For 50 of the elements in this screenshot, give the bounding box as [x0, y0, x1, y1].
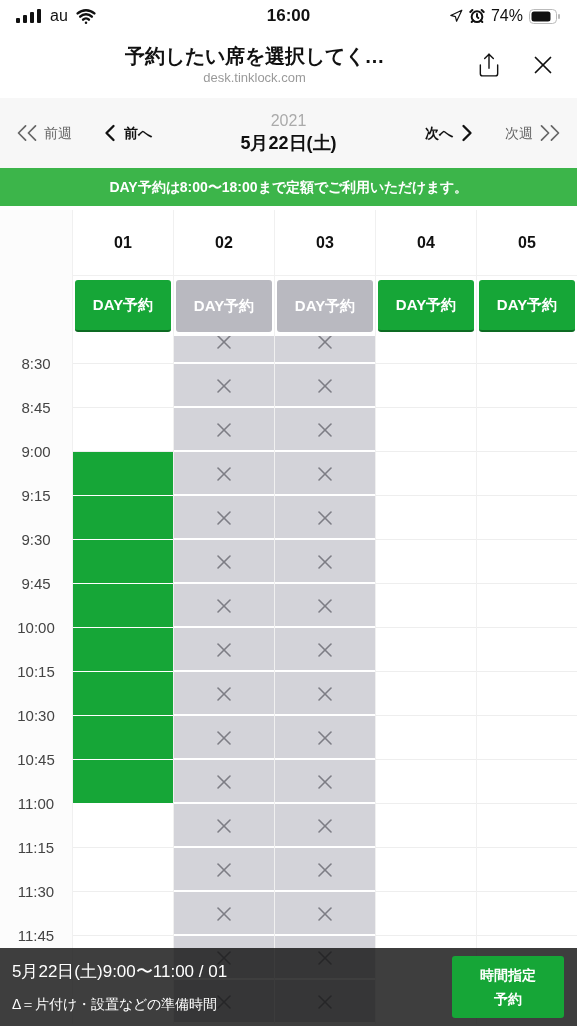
column-label: 02 [215, 232, 233, 253]
page-title: 予約したい席を選択してく… [124, 44, 385, 69]
battery-percent: 74% [490, 6, 523, 26]
selected-slot[interactable] [73, 760, 173, 804]
alarm-icon [468, 8, 485, 24]
column-label: 01 [114, 232, 132, 253]
day-booking-button[interactable]: DAY予約 [75, 280, 171, 332]
selected-slot[interactable] [73, 716, 173, 760]
time-label: 8:30 [21, 353, 51, 374]
time-label: 9:45 [21, 573, 51, 594]
day-booking-button[interactable]: DAY予約 [479, 280, 575, 332]
previous-day-button[interactable]: 前へ [96, 119, 152, 147]
column-label: 04 [417, 232, 435, 253]
time-booking-button[interactable]: 時間指定予約 [452, 956, 564, 1018]
time-label: 11:15 [17, 837, 55, 858]
selected-slot[interactable] [73, 496, 173, 540]
selected-slot[interactable] [73, 672, 173, 716]
day-booking-button[interactable]: DAY予約 [378, 280, 474, 332]
previous-week-button[interactable]: 前週 [10, 116, 72, 150]
time-label: 9:15 [21, 485, 51, 506]
next-day-button[interactable]: 次へ [425, 119, 481, 147]
column-label: 03 [316, 232, 334, 253]
time-label: 9:00 [21, 441, 51, 462]
clock-time: 16:00 [266, 5, 311, 28]
signal-icon [16, 9, 42, 23]
selection-summary: 5月22日(土)9:00〜11:00 / 01 [12, 960, 228, 983]
time-label: 11:45 [17, 925, 55, 946]
date-label: 5月22日(土) [240, 132, 337, 155]
time-label: 11:30 [17, 881, 55, 902]
time-label: 8:45 [21, 397, 51, 418]
selected-slot[interactable] [73, 540, 173, 584]
wifi-icon [75, 6, 96, 26]
carrier-name: au [50, 6, 68, 26]
selected-slot[interactable] [73, 452, 173, 496]
year-label: 2021 [270, 111, 307, 131]
time-label: 10:15 [17, 661, 55, 682]
info-banner: DAY予約は8:00〜18:00まで定額でご利用いただけます。 [0, 168, 577, 206]
time-label: 9:30 [21, 529, 51, 550]
time-label: 10:45 [17, 749, 55, 770]
selected-slot[interactable] [73, 584, 173, 628]
time-label: 10:00 [17, 617, 55, 638]
time-label: 11:00 [17, 793, 55, 814]
column-label: 05 [518, 232, 536, 253]
next-week-button[interactable]: 次週 [505, 116, 567, 150]
legend-note: Δ＝片付け・設置などの準備時間 [12, 995, 219, 1015]
selected-slot[interactable] [73, 628, 173, 672]
time-label: 10:30 [17, 705, 55, 726]
battery-icon [529, 8, 561, 24]
location-arrow-icon [448, 9, 463, 23]
site-url: desk.tinklock.com [203, 69, 306, 87]
